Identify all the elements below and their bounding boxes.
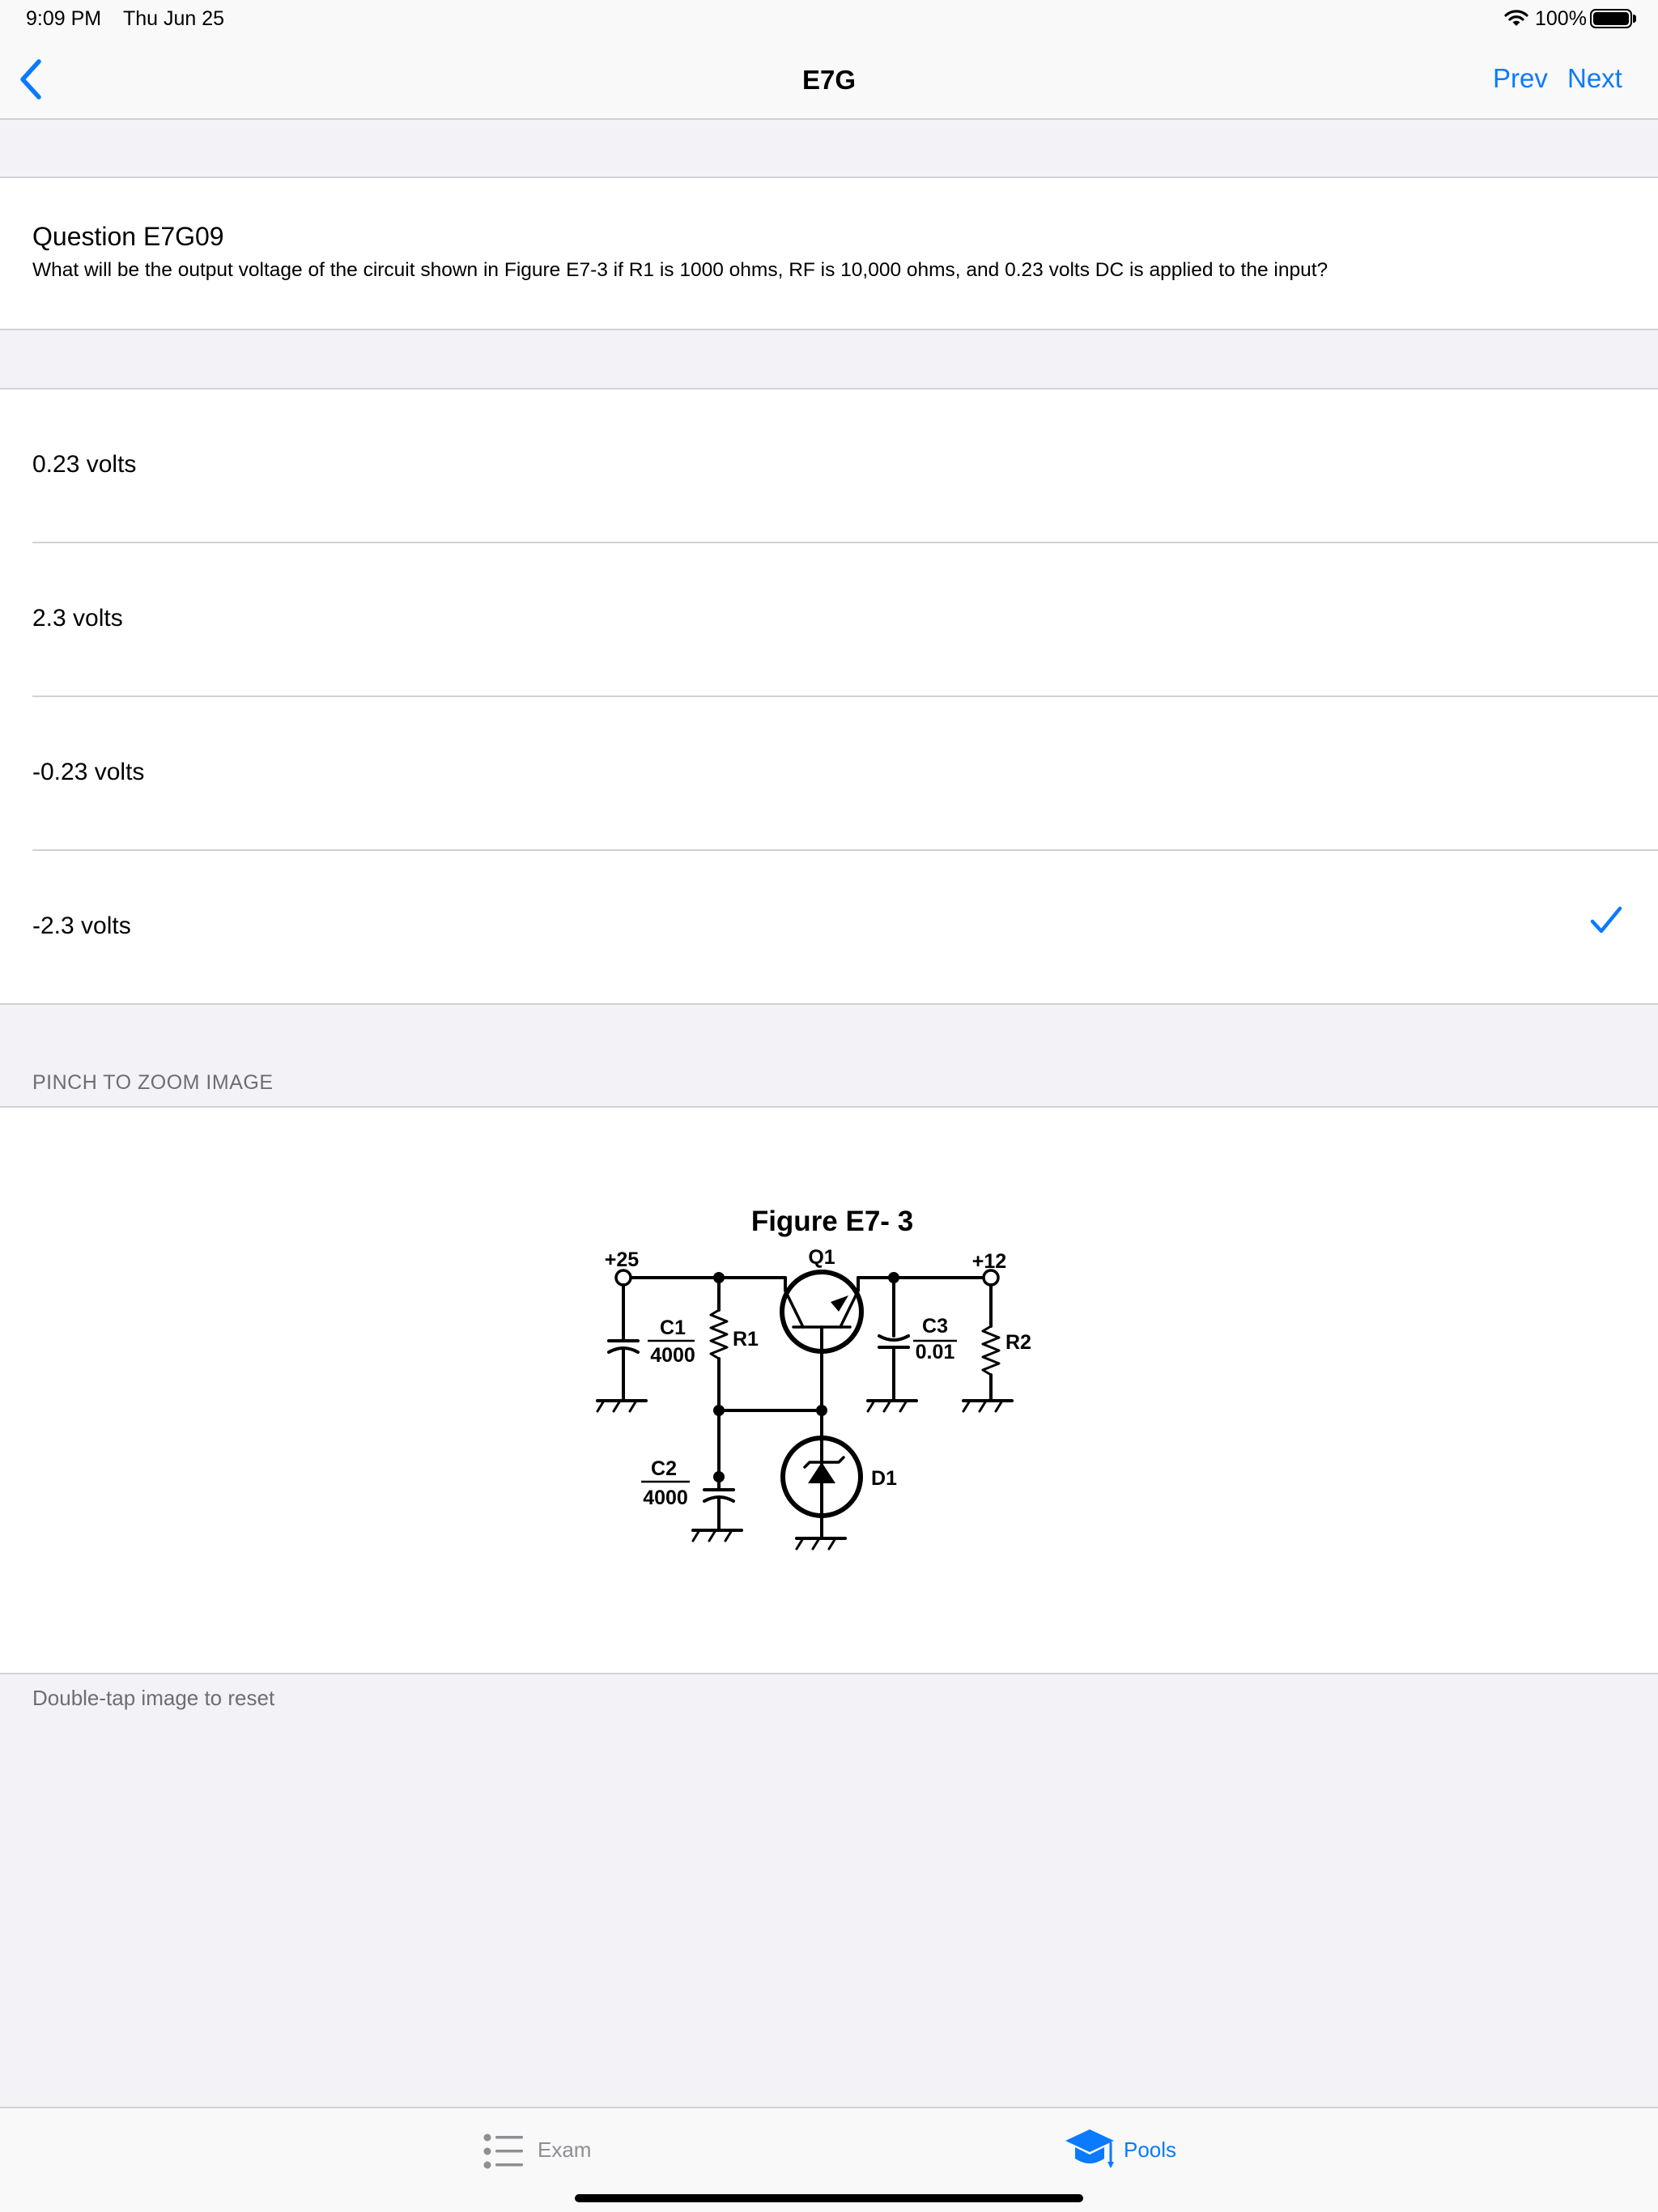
- tab-pools[interactable]: Pools: [1124, 2138, 1176, 2163]
- image-section-header: PINCH TO ZOOM IMAGE: [32, 1071, 274, 1094]
- junction-dot: [816, 1405, 827, 1416]
- answer-label: -2.3 volts: [32, 912, 131, 939]
- wifi-icon: [1504, 10, 1528, 26]
- answer-label: 0.23 volts: [32, 451, 137, 478]
- figure-container[interactable]: Figure E7- 3 Q1 +25 +12 C1 4000 R1 C3 0.…: [0, 1106, 1658, 1674]
- answer-list: 0.23 volts 2.3 volts -0.23 volts -2.3 vo…: [0, 388, 1658, 1005]
- r1-label: R1: [733, 1328, 759, 1351]
- prev-button[interactable]: Prev: [1493, 63, 1548, 94]
- r2-label: R2: [1005, 1331, 1031, 1354]
- checkmark-icon: [1590, 906, 1622, 934]
- image-section-footer: Double-tap image to reset: [32, 1686, 275, 1710]
- question-text: What will be the output voltage of the c…: [32, 259, 1329, 281]
- c2-value: 4000: [643, 1487, 688, 1509]
- r1-resistor: [709, 1308, 729, 1360]
- page-title: E7G: [801, 65, 857, 95]
- figure-title: Figure E7- 3: [751, 1206, 913, 1237]
- answer-label: -0.23 volts: [32, 759, 145, 785]
- tab-bar: Exam Pools: [0, 2107, 1658, 2212]
- v-right-label: +12: [972, 1250, 1006, 1273]
- r2-resistor: [981, 1325, 1001, 1376]
- junction-dot: [888, 1272, 899, 1283]
- answer-option[interactable]: -0.23 volts: [0, 697, 1658, 851]
- q1-emitter: [839, 1289, 860, 1329]
- list-icon[interactable]: [483, 2131, 525, 2172]
- status-time: 9:09 PM: [26, 7, 102, 30]
- question-section: Question E7G09 What will be the output v…: [0, 177, 1658, 330]
- circuit-figure[interactable]: Figure E7- 3 Q1 +25 +12 C1 4000 R1 C3 0.…: [0, 1108, 1658, 1674]
- terminal-left: [614, 1269, 632, 1287]
- c3-value: 0.01: [916, 1341, 955, 1363]
- navigation-bar: E7G Prev Next: [0, 40, 1658, 120]
- battery-icon: [1590, 9, 1632, 28]
- battery-percent: 100%: [1535, 7, 1587, 30]
- junction-dot: [713, 1471, 725, 1482]
- q1-emitter-arrow: [831, 1295, 848, 1312]
- status-bar: 9:09 PM Thu Jun 25 100%: [0, 0, 1658, 40]
- answer-label: 2.3 volts: [32, 605, 123, 632]
- c1-name: C1: [660, 1317, 686, 1339]
- c3-name: C3: [922, 1315, 948, 1338]
- next-button[interactable]: Next: [1567, 63, 1622, 94]
- q1-label: Q1: [808, 1246, 835, 1269]
- answer-option[interactable]: -2.3 volts: [0, 851, 1658, 1005]
- junction-dot: [713, 1272, 725, 1283]
- home-indicator: [575, 2194, 1083, 2202]
- d1-label: D1: [871, 1467, 897, 1490]
- question-title: Question E7G09: [32, 222, 224, 251]
- status-date: Thu Jun 25: [123, 7, 225, 30]
- tab-exam[interactable]: Exam: [538, 2138, 591, 2163]
- q1-collector: [784, 1289, 805, 1329]
- battery-tip: [1633, 15, 1636, 23]
- answer-option[interactable]: 2.3 volts: [0, 543, 1658, 697]
- c1-value: 4000: [650, 1344, 695, 1367]
- c2-name: C2: [651, 1457, 677, 1480]
- v-left-label: +25: [605, 1249, 640, 1271]
- d1-zener-bar: [803, 1456, 845, 1469]
- junction-dot: [713, 1405, 725, 1416]
- graduation-cap-icon[interactable]: [1064, 2126, 1116, 2175]
- answer-option[interactable]: 0.23 volts: [0, 389, 1658, 543]
- d1-triangle: [808, 1462, 835, 1483]
